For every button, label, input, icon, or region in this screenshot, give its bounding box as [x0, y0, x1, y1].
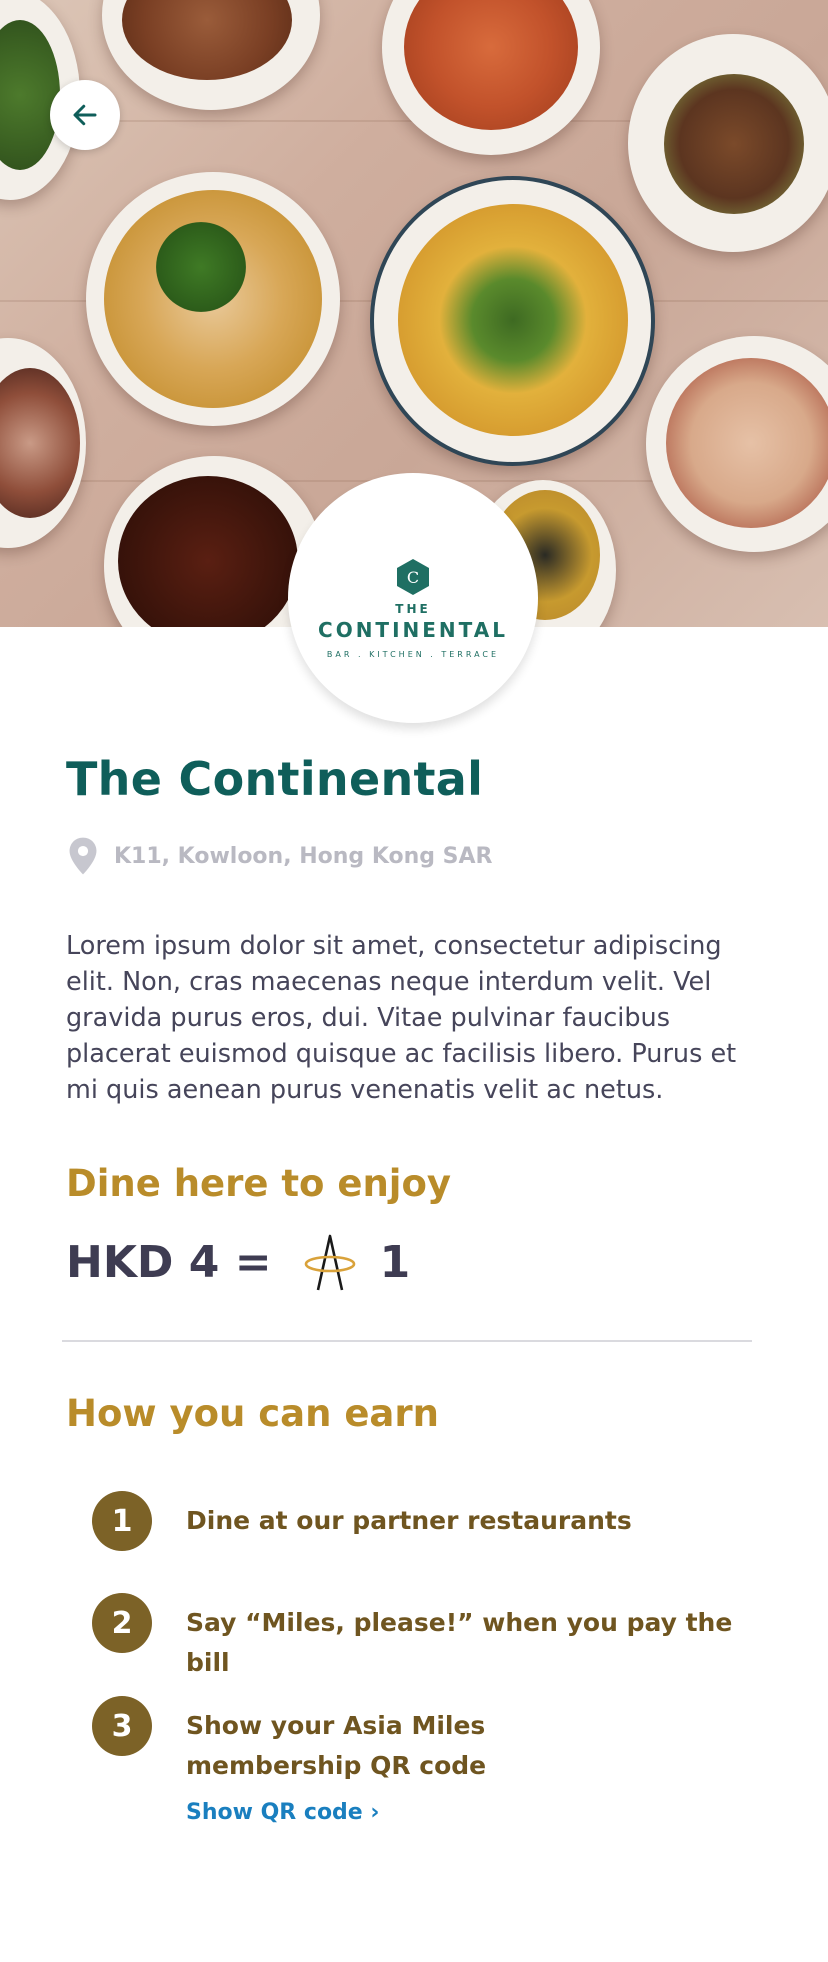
restaurant-description: Lorem ipsum dolor sit amet, consectetur … [66, 931, 737, 1105]
back-button[interactable] [50, 80, 120, 150]
dish-plate [86, 172, 340, 426]
dish-plate [370, 176, 655, 466]
location-text: K11, Kowloon, Hong Kong SAR [114, 843, 493, 869]
logo-tagline-text: BAR . KITCHEN . TERRACE [326, 649, 500, 659]
step-label: Dine at our partner restaurants [186, 1506, 632, 1535]
earn-section-title: How you can earn [66, 1392, 439, 1435]
dish-plate [628, 34, 828, 252]
step-number: 1 [92, 1491, 152, 1551]
earn-step: 2 Say “Miles, please!” when you pay the … [92, 1593, 746, 1683]
earn-rate: HKD 4 = 1 [66, 1232, 410, 1292]
dish-plate [646, 336, 828, 552]
map-pin-icon [69, 837, 97, 875]
svg-text:C: C [407, 568, 419, 587]
step-label: Show your Asia Miles membership QR code [186, 1711, 487, 1780]
dish-plate [0, 338, 86, 548]
dish-plate [102, 0, 320, 110]
arrow-left-icon [73, 104, 97, 126]
earn-step: 3 Show your Asia Miles membership QR cod… [92, 1696, 646, 1786]
restaurant-logo: C THE CONTINENTAL BAR . KITCHEN . TERRAC… [288, 473, 538, 723]
logo-name-text: CONTINENTAL [318, 617, 508, 642]
continental-hexagon-icon: C [397, 558, 429, 595]
step-number: 2 [92, 1593, 152, 1653]
section-divider [62, 1340, 752, 1342]
show-qr-code-link[interactable]: Show QR code › [186, 1800, 379, 1825]
restaurant-location: K11, Kowloon, Hong Kong SAR [66, 836, 492, 876]
earn-step: 1 Dine at our partner restaurants [92, 1491, 746, 1551]
dish-plate [382, 0, 600, 155]
dine-section-title: Dine here to enjoy [66, 1162, 452, 1205]
step-label: Say “Miles, please!” when you pay the bi… [186, 1608, 733, 1677]
earn-rate-miles: 1 [379, 1236, 411, 1288]
logo-the-text: THE [395, 601, 431, 616]
restaurant-name: The Continental [66, 752, 484, 806]
step-number: 3 [92, 1696, 152, 1756]
earn-rate-currency: HKD 4 = [66, 1236, 272, 1288]
asia-miles-logo-icon [304, 1234, 355, 1291]
